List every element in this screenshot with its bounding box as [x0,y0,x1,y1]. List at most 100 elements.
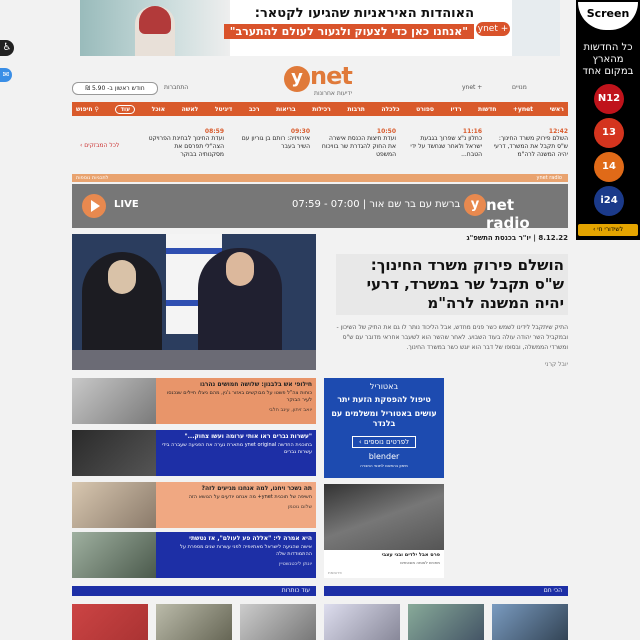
main-story-headline[interactable]: הושלם פירוק משרד החינוך: ש"ס תקבל שר במש… [336,254,568,315]
subscribe-button[interactable]: חודש ראשון ב- 5.90 ₪ [72,82,158,95]
nav-item-women[interactable]: לאשה [182,106,199,113]
ticker-item[interactable]: 12:42 השלם פירוק משרד החינוך: ש"ס תקבל א… [492,128,568,159]
radio-more-link[interactable]: לתכניות נוספות [76,174,109,182]
thumbnail-image[interactable] [156,604,232,640]
banner-ynet-button[interactable]: ynet + [476,22,510,36]
story-card-headline: תה נשכר ויחנו, למה אנחנו מגיעים לזה? [201,485,312,492]
nav-item-gossip[interactable]: רכילות [312,106,331,113]
ticker-item[interactable]: 10:50 ועדת חיצות הכנסת אישרה את החוק להג… [320,128,396,159]
story-card-author: יונתן ליכטנשטיין [279,561,312,567]
accessibility-icon: ♿ [2,42,12,53]
channel-n12-logo[interactable]: N12 [594,84,624,114]
story-card-image [72,378,156,424]
screen-logo: Screen [578,2,638,30]
nav-item-ynetplus[interactable]: ynet+ [513,106,533,113]
radio-bar-title: ynet radio [536,175,563,181]
story-card-summary: חשיפה של תוכנית ynet+ מה אנחנו יודעים על… [188,494,312,500]
play-icon[interactable] [82,194,106,218]
chat-button[interactable]: ✉ [0,68,12,82]
radio-show-title: ברשת עם בר שם אור | 07:00 - 07:59 [292,199,461,210]
thumbnail-image[interactable] [492,604,568,640]
chat-icon: ✉ [2,70,10,79]
accessibility-button[interactable]: ♿ [0,40,14,56]
radio-player: LIVE ברשת עם בר שם אור | 07:00 - 07:59 y… [72,184,568,232]
main-story-author: יובל קרני [544,361,568,368]
all-flashes-link[interactable]: לכל המבזקים › [80,142,119,149]
main-story-summary[interactable]: התיק שיתקבל לידינו לשמש כשר פנים מחדש, א… [336,323,568,353]
header-link-subscriptions[interactable]: מנויים [512,84,527,91]
channel-13-logo[interactable]: 13 [594,118,624,148]
nav-item-culture[interactable]: תרבות [347,106,365,113]
main-story-image[interactable] [72,234,316,370]
side-ad-footer[interactable]: לשידורי חי › [578,224,638,236]
banner-photo [80,0,230,56]
nav-item-more[interactable]: עוד [115,104,136,114]
nav-item-food[interactable]: אוכל [152,106,165,113]
ad-disclaimer: מימון בהתאם לתנאי החברה [360,463,408,468]
radio-bar: לתכניות נוספות ynet radio [72,174,568,182]
story-card-summary: אישה שהגיעה לישראל מאתיופיה לפני עשרות ש… [180,544,312,557]
side-ad-screen[interactable]: Screen כל החדשות מהארץ במקום אחד N12 13 … [576,0,640,240]
thumbnail-image[interactable] [72,604,148,640]
nav-item-cars[interactable]: רכב [249,106,260,113]
banner-decoration [512,0,560,56]
ad-line-1: טיפול להפסקת הזעת יתר [337,395,431,404]
story-card-summary: בתוכנית החדשה ynet original מתארת נערה א… [161,442,312,455]
nav-item-sport[interactable]: ספורט [416,106,434,113]
promoted-article-image [324,484,444,550]
banner-headline: האוהדות האיראניות שהגיעו לקטאר: [254,6,474,21]
channel-14-logo[interactable]: 14 [594,152,624,182]
main-story-kicker: 8.12.22 | יו"ר בכנסת התשפ"ג [466,234,568,242]
nav-item-home[interactable]: ראשי [550,106,564,113]
login-link[interactable]: התחברות [164,84,188,91]
story-card-image [72,430,156,476]
logo-letter: y [284,66,310,92]
story-card-headline: חילופי אש בלבנון: שלושה חמושים נהרגו [200,381,312,388]
live-label: LIVE [114,199,139,210]
channel-i24-logo[interactable]: i24 [594,186,624,216]
logo-subtitle: ידיעות אחרונות [314,90,353,97]
nav-item-health[interactable]: בריאות [276,106,296,113]
blender-ad[interactable]: באטוריל טיפול להפסקת הזעת יתר עושים באטו… [324,378,444,478]
hot-bar: הכי חם [324,586,568,596]
ynet-radio-logo: y net radio [464,194,560,232]
main-nav: ראשי ynet+ חדשות רדיו ספורט כלכלה תרבות … [72,102,568,116]
ticker-item[interactable]: 08:59 ועדת החינוך לבחינת הפרויקט הצה"לי … [148,128,224,159]
story-card[interactable]: "עשרות גברים ראו אותי ערומה ועשו צחוק...… [72,430,316,476]
nav-item-search[interactable]: ⚲ חיפוש [76,106,99,113]
blender-logo: blender [368,452,400,461]
banner-person-image [135,6,175,56]
story-card[interactable]: היא אמרה לי: "אללה פע לעולם", אז נטשתי א… [72,532,316,578]
ticker-item[interactable]: 09:30 אירוויזיה: רותם בן גוריון עם השיר … [234,128,310,151]
nav-item-digital[interactable]: דיגיטל [215,106,232,113]
side-ad-text: כל החדשות מהארץ במקום אחד [582,42,634,77]
header-link-ynetplus[interactable]: ynet + [462,84,482,91]
ad-details-button[interactable]: לפרטים נוספים › [351,436,417,448]
site-header: חודש ראשון ב- 5.90 ₪ התחברות y net ידיעו… [72,60,568,100]
thumbnail-image[interactable] [240,604,316,640]
nav-item-radio[interactable]: רדיו [450,106,461,113]
ynet-logo[interactable]: y net ידיעות אחרונות [284,62,356,98]
thumbnail-image[interactable] [408,604,484,640]
story-card[interactable]: תה נשכר ויחנו, למה אנחנו מגיעים לזה? חשי… [72,482,316,528]
ticker-item[interactable]: 11:16 כחלון נ"צ שפרוך בגבעת ישראל ולאחר … [406,128,482,159]
news-ticker: 12:42 השלם פירוק משרד החינוך: ש"ס תקבל א… [72,128,568,164]
story-card[interactable]: חילופי אש בלבנון: שלושה חמושים נהרגו כוח… [72,378,316,424]
story-card-author: שלום גוטמן [287,504,312,510]
story-card-headline: היא אמרה לי: "אללה פע לעולם", אז נטשתי [189,535,312,542]
story-card-author: יואב זיתון, עינב חלבי [268,407,312,413]
nav-item-economy[interactable]: כלכלה [381,106,399,113]
promoted-article[interactable]: פרס אבל ילדים ובני עצבי מחכים לאומה מובט… [324,484,444,578]
thumbnail-image[interactable] [324,604,400,640]
ad-brand: באטוריל [369,382,399,391]
search-icon: ⚲ [92,105,99,113]
main-story: 8.12.22 | יו"ר בכנסת התשפ"ג הושלם פירוק … [336,234,568,368]
more-headlines-bar: עוד כותרות [72,586,316,596]
ad-label: פרסומת [328,570,342,575]
logo-word: net [310,62,353,90]
ad-line-2: עושים באטוריל ומשלמים עם בלנדר [331,409,437,428]
promoted-article-sub: מחכים לאומה מובטחים [400,560,440,565]
nav-item-news[interactable]: חדשות [478,106,496,113]
top-banner-ad[interactable]: האוהדות האיראניות שהגיעו לקטאר: "אנחנו כ… [80,0,560,56]
story-card-headline: "עשרות גברים ראו אותי ערומה ועשו צחוק...… [184,433,312,440]
